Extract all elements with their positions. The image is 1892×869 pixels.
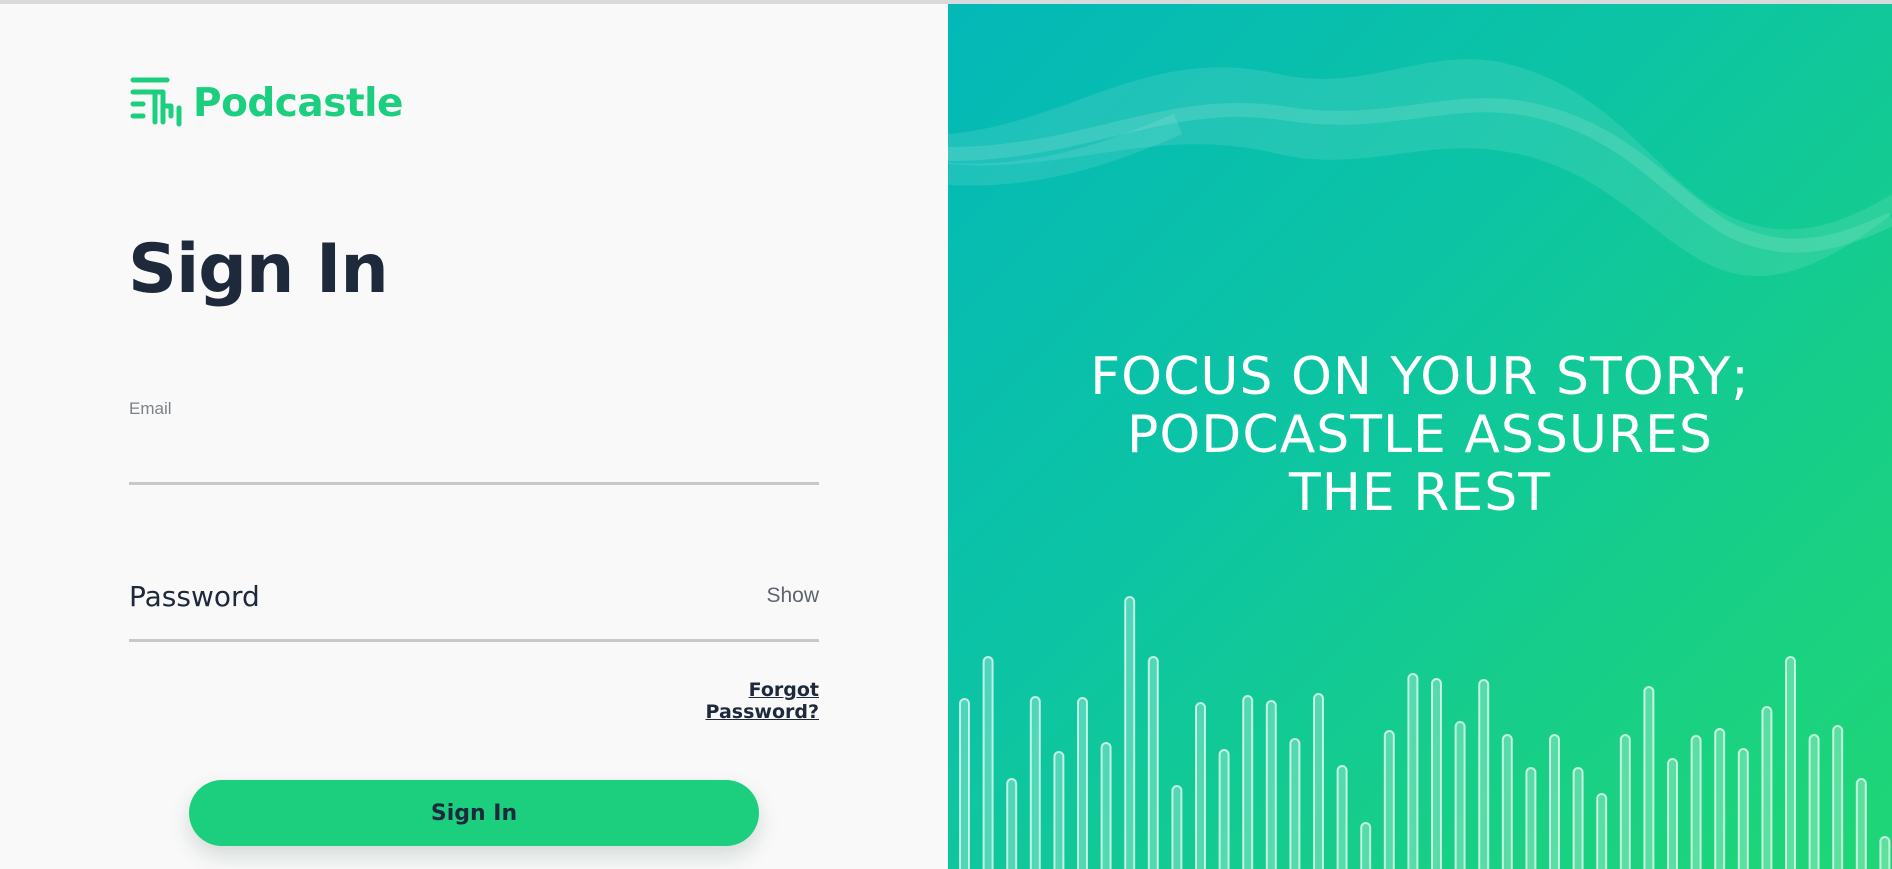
audio-bar — [1289, 738, 1301, 869]
forgot-password-link[interactable]: Forgot Password? — [647, 679, 819, 723]
audio-bar — [1478, 679, 1490, 869]
sign-in-button[interactable]: Sign In — [189, 780, 759, 846]
audio-bar — [1360, 822, 1372, 869]
audio-bar — [1195, 702, 1206, 869]
tagline-line: THE REST — [1288, 463, 1551, 523]
brand-name: Podcastle — [193, 80, 403, 126]
audio-bar — [1643, 686, 1655, 869]
wave-decoration — [948, 59, 1892, 276]
brand-logo[interactable]: Podcastle — [129, 75, 403, 131]
audio-bar — [1313, 693, 1324, 869]
audio-bar — [1265, 700, 1277, 869]
signin-panel: Podcastle Sign In Email Show Forgot Pass… — [0, 4, 948, 869]
audio-bar — [1549, 734, 1560, 869]
audio-bar — [1737, 748, 1749, 869]
audio-bar — [1785, 656, 1796, 869]
audio-bar — [1855, 778, 1867, 869]
audio-bar — [1832, 725, 1844, 869]
audio-bar — [1572, 767, 1584, 869]
hero-panel: FOCUS ON YOUR STORY; PODCASTLE ASSURES T… — [948, 4, 1892, 869]
audio-bar — [1761, 706, 1773, 869]
audio-bars-icon — [959, 596, 1891, 869]
password-input[interactable] — [129, 574, 689, 618]
email-underline — [129, 482, 819, 485]
password-field: Show — [129, 564, 819, 642]
audio-bar — [1808, 734, 1820, 869]
audio-bar — [1454, 721, 1466, 869]
audio-bar — [1077, 697, 1088, 869]
audio-bar — [1242, 695, 1254, 869]
audio-bar — [1218, 749, 1230, 869]
audio-bar — [1147, 656, 1159, 869]
tagline-line: FOCUS ON YOUR STORY; — [1090, 347, 1750, 407]
audio-bar — [1690, 735, 1702, 869]
email-field: Email — [129, 399, 819, 485]
audio-bar — [1006, 778, 1018, 869]
audio-bar — [1525, 767, 1537, 869]
audio-bar — [982, 656, 994, 869]
audio-bar — [1407, 673, 1419, 869]
email-input[interactable] — [129, 449, 729, 483]
audio-bar — [1667, 758, 1678, 869]
audio-bar — [1383, 730, 1395, 869]
audio-bar — [1124, 596, 1136, 869]
tagline-line: PODCASTLE ASSURES — [1127, 405, 1713, 465]
podcastle-waveform-icon — [129, 76, 185, 130]
audio-bar — [1029, 696, 1041, 869]
hero-tagline: FOCUS ON YOUR STORY; PODCASTLE ASSURES T… — [1008, 348, 1832, 522]
audio-bar — [1879, 836, 1891, 869]
audio-bar — [1431, 678, 1442, 869]
password-underline — [129, 639, 819, 642]
audio-bar — [1336, 765, 1348, 869]
audio-bar — [1100, 742, 1112, 869]
audio-bar — [1596, 793, 1608, 869]
audio-bar — [1714, 728, 1726, 869]
audio-bar — [1171, 785, 1183, 869]
audio-bar — [1501, 734, 1513, 869]
audio-bar — [959, 698, 970, 869]
email-label: Email — [129, 399, 172, 418]
page-title: Sign In — [128, 230, 389, 309]
audio-bar — [1053, 751, 1065, 869]
audio-bar — [1619, 734, 1631, 869]
show-password-toggle[interactable]: Show — [766, 584, 819, 608]
